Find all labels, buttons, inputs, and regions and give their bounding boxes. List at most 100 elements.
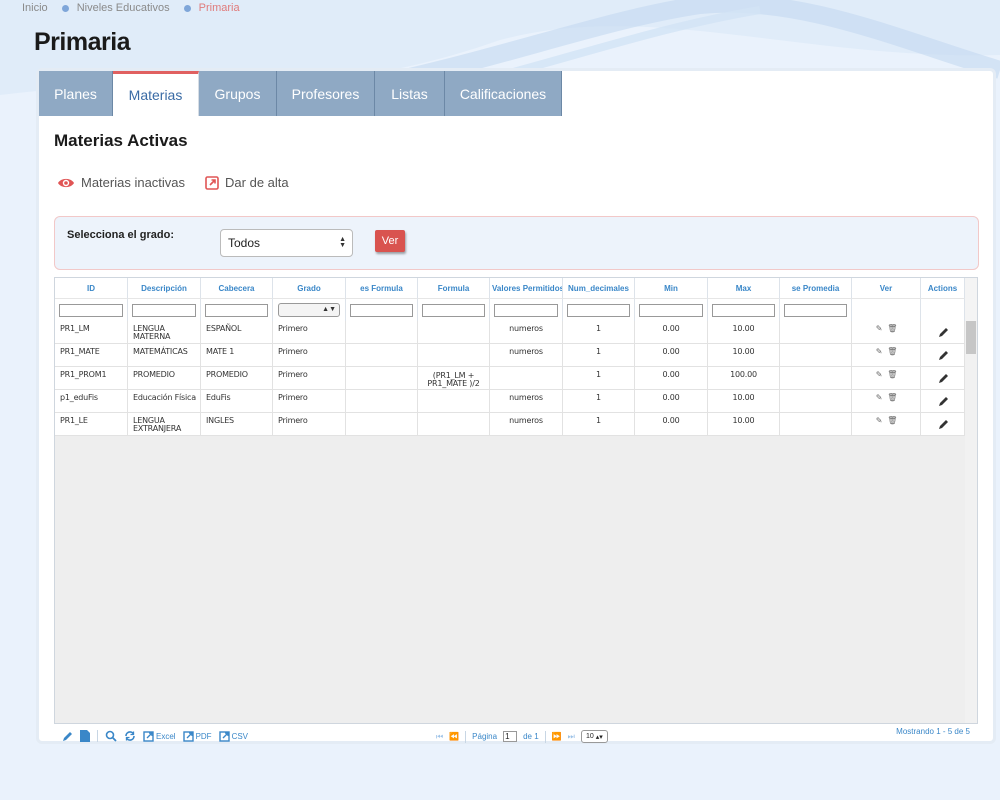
breadcrumb-inicio[interactable]: Inicio bbox=[22, 2, 48, 14]
trash-icon[interactable]: 🗑 bbox=[887, 394, 897, 402]
page-total-label: de 1 bbox=[523, 732, 539, 741]
col-header-ver[interactable]: Ver bbox=[852, 278, 921, 298]
tab-listas[interactable]: Listas bbox=[375, 71, 445, 116]
filter-select-grado[interactable]: ▲▼ bbox=[278, 303, 340, 317]
cell-descripcion: PROMEDIO bbox=[128, 367, 201, 390]
tab-grupos[interactable]: Grupos bbox=[199, 71, 277, 116]
breadcrumb-niveles[interactable]: Niveles Educativos bbox=[77, 2, 170, 14]
records-summary: Mostrando 1 - 5 de 5 bbox=[896, 727, 970, 736]
cell-decimales: 1 bbox=[563, 390, 635, 413]
col-header-max[interactable]: Max bbox=[708, 278, 780, 298]
breadcrumb-separator-dot bbox=[183, 4, 191, 12]
cell-ver: ✎ 🗑 bbox=[852, 413, 921, 436]
first-page-icon[interactable]: ⏮ bbox=[436, 732, 443, 742]
select-arrows-icon: ▲ ▼ bbox=[339, 236, 346, 249]
cell-actions bbox=[921, 321, 965, 344]
col-header-es-formula[interactable]: es Formula bbox=[346, 278, 418, 298]
filter-cell-descripcion bbox=[128, 298, 201, 321]
table-row[interactable]: PR1_LM LENGUA MATERNA ESPAÑOL Primero nu… bbox=[55, 321, 965, 344]
page-number-input[interactable]: 1 bbox=[503, 731, 518, 742]
cell-formula: (PR1_LM + PR1_MATE )/2 bbox=[418, 367, 490, 390]
pencil-icon[interactable] bbox=[938, 396, 949, 407]
filter-input-max[interactable] bbox=[712, 304, 775, 317]
col-header-grado[interactable]: Grado bbox=[273, 278, 346, 298]
next-page-icon[interactable]: ⏩ bbox=[552, 732, 562, 741]
col-header-promedia[interactable]: se Promedia bbox=[780, 278, 852, 298]
col-header-formula[interactable]: Formula bbox=[418, 278, 490, 298]
tab-planes[interactable]: Planes bbox=[39, 71, 113, 116]
inactive-subjects-link[interactable]: Materias inactivas bbox=[57, 175, 185, 190]
table-row[interactable]: PR1_LE LENGUA EXTRANJERA INGLES Primero … bbox=[55, 413, 965, 436]
cell-cabecera: EduFis bbox=[201, 390, 273, 413]
pencil-icon[interactable] bbox=[938, 350, 949, 361]
cell-max: 10.00 bbox=[708, 390, 780, 413]
col-header-decimales[interactable]: Num_decimales bbox=[563, 278, 635, 298]
filter-cell-es-formula bbox=[346, 298, 418, 321]
trash-icon[interactable]: 🗑 bbox=[887, 325, 897, 333]
filter-input-formula[interactable] bbox=[422, 304, 485, 317]
col-header-descripcion[interactable]: Descripción bbox=[128, 278, 201, 298]
pencil-icon[interactable] bbox=[938, 327, 949, 338]
col-header-min[interactable]: Min bbox=[635, 278, 708, 298]
pencil-icon[interactable] bbox=[938, 373, 949, 384]
add-subject-link[interactable]: Dar de alta bbox=[205, 175, 289, 190]
cell-max: 10.00 bbox=[708, 321, 780, 344]
edit-icon[interactable]: ✎ bbox=[876, 417, 883, 425]
filter-cell-ver bbox=[852, 298, 921, 321]
export-csv-button[interactable]: CSV bbox=[218, 730, 248, 742]
filter-input-decimales[interactable] bbox=[567, 304, 630, 317]
cell-formula bbox=[418, 344, 490, 367]
filter-input-id[interactable] bbox=[59, 304, 123, 317]
col-header-cabecera[interactable]: Cabecera bbox=[201, 278, 273, 298]
export-excel-button[interactable]: Excel bbox=[143, 730, 176, 742]
filter-cell-id bbox=[55, 298, 128, 321]
col-header-valores[interactable]: Valores Permitidos bbox=[490, 278, 563, 298]
trash-icon[interactable]: 🗑 bbox=[887, 417, 897, 425]
trash-icon[interactable]: 🗑 bbox=[887, 348, 897, 356]
search-icon[interactable] bbox=[105, 730, 117, 742]
cell-formula bbox=[418, 413, 490, 436]
col-header-id[interactable]: ID bbox=[55, 278, 128, 298]
refresh-icon[interactable] bbox=[124, 730, 136, 742]
rows-per-page-select[interactable]: 10 ▴▾ bbox=[580, 730, 608, 743]
edit-icon[interactable]: ✎ bbox=[876, 394, 883, 402]
tab-calificaciones[interactable]: Calificaciones bbox=[445, 71, 562, 116]
table-row[interactable]: PR1_PROM1 PROMEDIO PROMEDIO Primero (PR1… bbox=[55, 367, 965, 390]
cell-min: 0.00 bbox=[635, 413, 708, 436]
edit-icon[interactable]: ✎ bbox=[876, 348, 883, 356]
grade-select[interactable]: Todos ▲ ▼ bbox=[220, 229, 353, 257]
main-panel: Planes Materias Grupos Profesores Listas… bbox=[36, 68, 996, 744]
ver-button[interactable]: Ver bbox=[375, 230, 405, 252]
col-header-actions[interactable]: Actions bbox=[921, 278, 965, 298]
cell-formula bbox=[418, 321, 490, 344]
tab-profesores[interactable]: Profesores bbox=[277, 71, 375, 116]
grid-scrollbar-thumb[interactable] bbox=[966, 321, 976, 354]
prev-page-icon[interactable]: ⏪ bbox=[449, 732, 459, 741]
cell-grado: Primero bbox=[273, 390, 346, 413]
edit-icon[interactable]: ✎ bbox=[876, 371, 883, 379]
header-scroll-spacer bbox=[965, 278, 977, 321]
edit-icon[interactable]: ✎ bbox=[876, 325, 883, 333]
table-row[interactable]: PR1_MATE MATEMÁTICAS MATE 1 Primero nume… bbox=[55, 344, 965, 367]
trash-icon[interactable]: 🗑 bbox=[887, 371, 897, 379]
last-page-icon[interactable]: ⏭ bbox=[568, 732, 575, 742]
cell-valores: numeros bbox=[490, 321, 563, 344]
filter-input-es-formula[interactable] bbox=[350, 304, 413, 317]
filter-input-cabecera[interactable] bbox=[205, 304, 268, 317]
export-pdf-button[interactable]: PDF bbox=[182, 730, 212, 742]
table-row[interactable]: p1_eduFis Educación Física EduFis Primer… bbox=[55, 390, 965, 413]
pencil-icon[interactable] bbox=[938, 419, 949, 430]
filter-input-promedia[interactable] bbox=[784, 304, 847, 317]
cell-id: PR1_LE bbox=[55, 413, 128, 436]
edit-pencil-icon[interactable] bbox=[62, 731, 73, 742]
new-document-icon[interactable] bbox=[80, 730, 90, 742]
cell-min: 0.00 bbox=[635, 344, 708, 367]
filter-input-valores[interactable] bbox=[494, 304, 558, 317]
filter-input-descripcion[interactable] bbox=[132, 304, 196, 317]
cell-cabecera: INGLES bbox=[201, 413, 273, 436]
tab-materias[interactable]: Materias bbox=[113, 71, 199, 116]
cell-actions bbox=[921, 367, 965, 390]
grid-scrollbar[interactable] bbox=[965, 321, 977, 723]
cell-decimales: 1 bbox=[563, 321, 635, 344]
filter-input-min[interactable] bbox=[639, 304, 703, 317]
